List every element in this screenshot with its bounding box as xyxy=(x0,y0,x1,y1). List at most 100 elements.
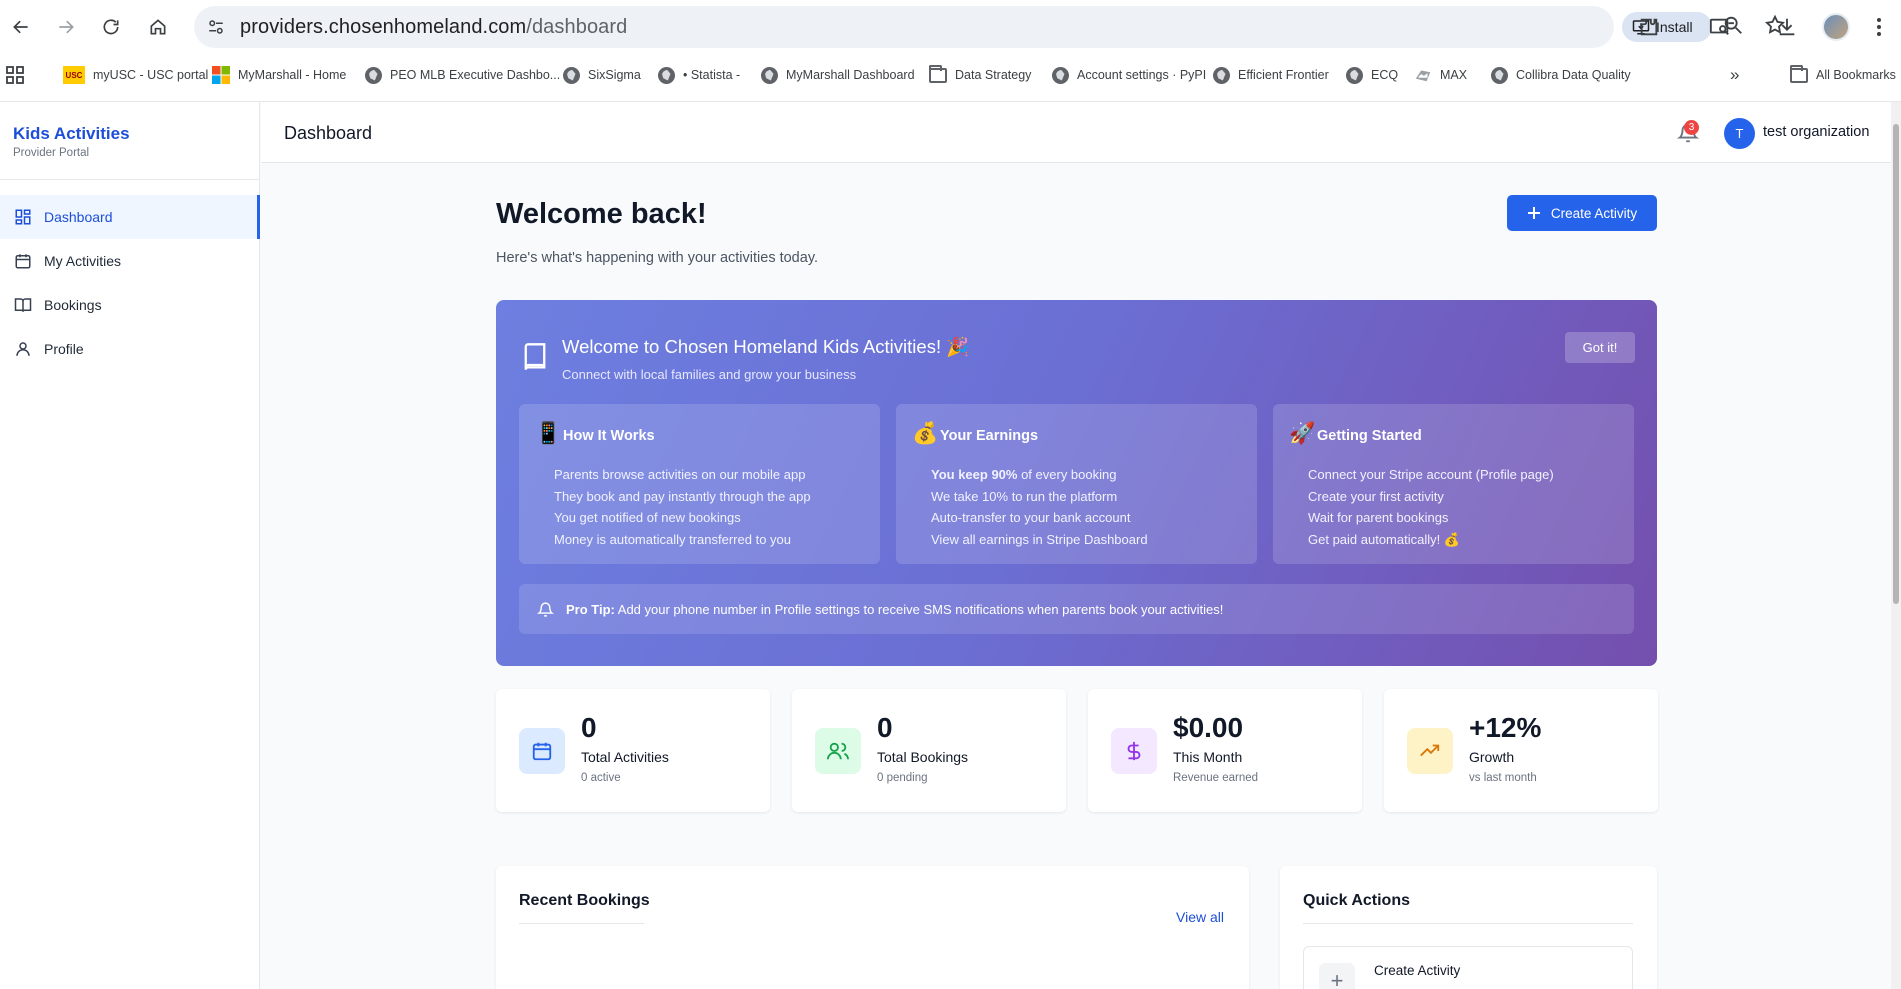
section-title: Quick Actions xyxy=(1303,892,1410,909)
list-item: You keep 90% of every booking xyxy=(931,464,1148,486)
globe-icon xyxy=(760,66,778,84)
org-name[interactable]: test organization xyxy=(1763,124,1869,140)
list-item: Auto-transfer to your bank account xyxy=(931,510,1131,525)
brand[interactable]: Kids Activities Provider Portal xyxy=(13,124,130,159)
list-item: Parents browse activities on our mobile … xyxy=(554,467,806,482)
home-icon[interactable] xyxy=(141,10,175,44)
browser-toolbar: providers.chosenhomeland.com/dashboard I… xyxy=(0,0,1901,54)
stat-sub: 0 pending xyxy=(877,772,928,784)
section-title: Recent Bookings xyxy=(519,892,650,909)
create-activity-button[interactable]: Create Activity xyxy=(1507,195,1657,231)
card-title: Getting Started xyxy=(1317,428,1422,444)
globe-icon xyxy=(1490,66,1508,84)
bookmark-label: Efficient Frontier xyxy=(1238,68,1329,82)
usc-logo-icon: USC xyxy=(63,66,85,84)
card-list: Parents browse activities on our mobile … xyxy=(554,464,811,550)
money-bag-icon: 💰 xyxy=(912,422,939,445)
sidebar-item-dashboard[interactable]: Dashboard xyxy=(0,195,260,239)
list-item: Money is automatically transferred to yo… xyxy=(554,531,791,547)
list-item: We take 10% to run the platform xyxy=(931,488,1118,504)
card-list: Connect your Stripe account (Profile pag… xyxy=(1308,464,1554,550)
sidebar-item-label: Bookings xyxy=(44,297,102,313)
stat-label: Total Activities xyxy=(581,749,669,765)
bookmark-label: MAX xyxy=(1440,68,1468,82)
browser-menu-icon[interactable] xyxy=(1864,12,1894,42)
highlight-text: You keep 90% xyxy=(931,467,1018,482)
stat-value: +12% xyxy=(1469,712,1542,743)
all-bookmarks-folder[interactable]: All Bookmarks xyxy=(1790,64,1896,86)
dollar-icon xyxy=(1111,728,1157,774)
list-item: Create your first activity xyxy=(1308,488,1444,504)
list-item: They book and pay instantly through the … xyxy=(554,488,811,504)
url-text[interactable]: providers.chosenhomeland.com/dashboard xyxy=(240,16,627,39)
more-bookmarks-chevron-icon[interactable]: » xyxy=(1730,64,1739,86)
list-item: Connect your Stripe account (Profile pag… xyxy=(1308,467,1554,482)
pro-tip-text: Pro Tip: Add your phone number in Profil… xyxy=(566,602,1223,617)
globe-icon xyxy=(562,66,580,84)
dismiss-banner-button[interactable]: Got it! xyxy=(1565,332,1635,363)
stat-card-total-activities: 0 Total Activities 0 active xyxy=(496,689,770,812)
card-list: You keep 90% of every booking We take 10… xyxy=(931,464,1148,550)
plus-icon xyxy=(1527,207,1540,219)
divider xyxy=(1303,923,1633,924)
stat-label: This Month xyxy=(1173,749,1243,765)
bookmark-peo-mlb[interactable]: PEO MLB Executive Dashbo... xyxy=(364,64,560,86)
bookmarks-bar: USC myUSC - USC portal MyMarshall - Home… xyxy=(0,56,1901,92)
folder-icon xyxy=(1790,64,1808,84)
phone-icon: 📱 xyxy=(535,422,562,445)
forward-icon[interactable] xyxy=(49,10,83,44)
info-card-getting-started: 🚀 Getting Started Connect your Stripe ac… xyxy=(1273,404,1634,564)
bookmark-collibra[interactable]: Collibra Data Quality xyxy=(1490,64,1631,86)
bookmark-statista[interactable]: • Statista - xyxy=(657,64,740,86)
bookmark-label: ECQ xyxy=(1371,68,1399,82)
divider xyxy=(0,179,259,180)
banner-title: Welcome to Chosen Homeland Kids Activiti… xyxy=(562,336,970,357)
stat-card-total-bookings: 0 Total Bookings 0 pending xyxy=(792,689,1066,812)
avatar[interactable]: T xyxy=(1724,118,1755,149)
sidebar-item-my-activities[interactable]: My Activities xyxy=(0,239,260,283)
sidebar-item-profile[interactable]: Profile xyxy=(0,327,260,371)
globe-icon xyxy=(1212,66,1230,84)
bookmark-sixsigma[interactable]: SixSigma xyxy=(562,64,641,86)
browser-profile-avatar[interactable] xyxy=(1822,13,1850,41)
browser-chrome: providers.chosenhomeland.com/dashboard I… xyxy=(0,0,1901,102)
bookmark-ecq[interactable]: ECQ xyxy=(1345,64,1398,86)
view-all-link[interactable]: View all xyxy=(1176,909,1224,925)
pro-tip-label: Pro Tip: xyxy=(566,601,615,617)
tab-search-icon[interactable] xyxy=(1705,12,1735,42)
divider xyxy=(519,923,644,924)
bookmark-myusc[interactable]: USC myUSC - USC portal xyxy=(63,64,208,86)
list-item: Get paid automatically! 💰 xyxy=(1308,531,1461,547)
apps-grid-icon[interactable] xyxy=(6,64,24,86)
bookmark-efficient-frontier[interactable]: Efficient Frontier xyxy=(1212,64,1329,86)
bookmark-mymarshall-home[interactable]: MyMarshall - Home xyxy=(212,64,346,86)
quick-create-activity-button[interactable]: + Create Activity xyxy=(1303,946,1633,989)
download-icon[interactable] xyxy=(1772,12,1802,42)
stat-label: Growth xyxy=(1469,749,1515,765)
address-bar[interactable]: providers.chosenhomeland.com/dashboard I… xyxy=(194,6,1786,48)
bookmark-label: MyMarshall - Home xyxy=(238,68,347,82)
bookmark-folder-data-strategy[interactable]: Data Strategy xyxy=(929,64,1031,86)
microsoft-logo-icon xyxy=(212,66,230,84)
bookmark-mymarshall-dashboard[interactable]: MyMarshall Dashboard xyxy=(760,64,915,86)
bookmark-label: PEO MLB Executive Dashbo... xyxy=(390,68,561,82)
globe-icon xyxy=(1051,66,1069,84)
list-item: Wait for parent bookings xyxy=(1308,510,1449,525)
extensions-icon[interactable] xyxy=(1634,12,1664,42)
bookmark-pypi[interactable]: Account settings · PyPI xyxy=(1051,64,1206,86)
quick-action-label: Create Activity xyxy=(1374,963,1461,978)
brand-subtitle: Provider Portal xyxy=(13,147,90,159)
reload-icon[interactable] xyxy=(94,10,128,44)
banner-subtitle: Connect with local families and grow you… xyxy=(562,367,857,382)
plus-icon: + xyxy=(1319,963,1355,989)
globe-icon xyxy=(364,66,382,84)
card-title: How It Works xyxy=(563,428,655,444)
bookmark-max[interactable]: MAX xyxy=(1414,64,1467,86)
scrollbar-thumb[interactable] xyxy=(1893,124,1899,604)
quick-actions-card: Quick Actions + Create Activity xyxy=(1280,866,1657,989)
stat-value: 0 xyxy=(581,712,597,743)
bookmark-label: Account settings · PyPI xyxy=(1077,68,1207,82)
site-settings-icon[interactable] xyxy=(204,15,228,39)
back-icon[interactable] xyxy=(4,10,38,44)
sidebar-item-bookings[interactable]: Bookings xyxy=(0,283,260,327)
